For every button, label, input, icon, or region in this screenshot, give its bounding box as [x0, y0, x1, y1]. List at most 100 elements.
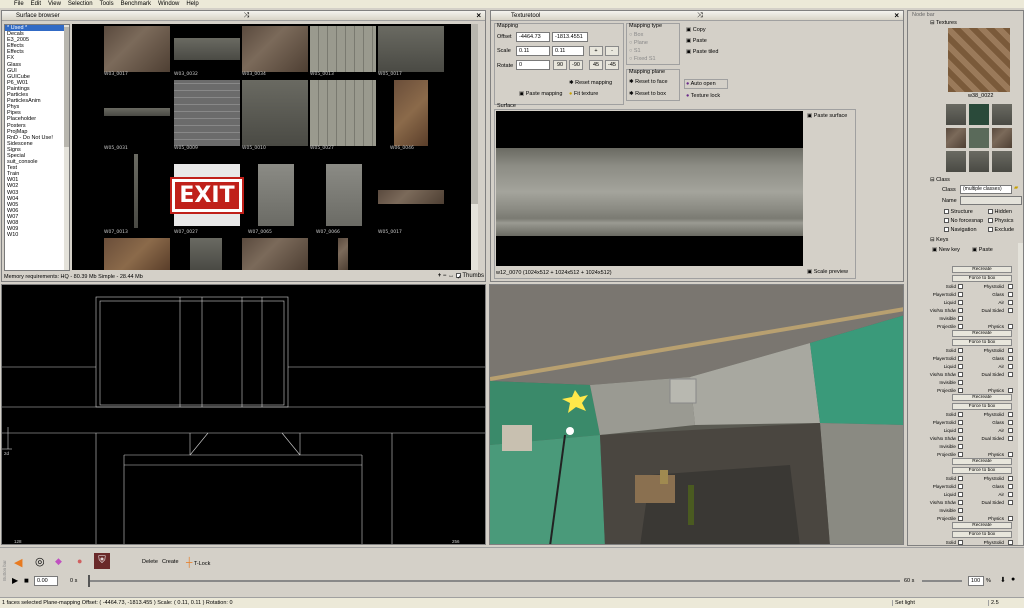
physics-flag-checkbox[interactable]	[1008, 284, 1013, 289]
menu-file[interactable]: File	[14, 1, 24, 7]
recreate-button[interactable]: Recreate	[952, 330, 1012, 337]
shield-icon[interactable]: ⛨	[94, 553, 110, 569]
force-to-box-button[interactable]: Force to box	[952, 275, 1012, 282]
physics-flag-right[interactable]: Physics	[964, 324, 1004, 329]
physics-flag-right[interactable]: Air	[964, 364, 1004, 369]
physics-flag-right[interactable]: Dual Sided	[964, 500, 1004, 505]
physics-flag-checkbox[interactable]	[1008, 420, 1013, 425]
physics-flag-left[interactable]: Vis/No Shdw	[912, 436, 956, 441]
rotate-neg90-button[interactable]: -90	[569, 60, 583, 70]
physics-flag-left[interactable]: Projectile	[912, 452, 956, 457]
hidden-checkbox[interactable]: Hidden	[988, 209, 1012, 215]
physics-flag-left[interactable]: PlayerSolid	[912, 420, 956, 425]
thumbnail[interactable]	[326, 164, 362, 226]
physics-flag-right[interactable]: PhysSolid	[964, 284, 1004, 289]
texture-preview[interactable]	[948, 28, 1010, 92]
physics-flag-checkbox[interactable]	[958, 500, 963, 505]
scale-y-input[interactable]: 0.11	[552, 46, 584, 56]
tlock-button[interactable]: ┼ T-Lock	[186, 557, 210, 567]
physics-flag-right[interactable]: Glass	[964, 292, 1004, 297]
force-to-box-button[interactable]: Force to box	[952, 403, 1012, 410]
physics-flag-checkbox[interactable]	[958, 516, 963, 521]
zoom-slider[interactable]	[922, 580, 962, 582]
recreate-button[interactable]: Recreate	[952, 394, 1012, 401]
class-select[interactable]: (multiple classes)	[960, 185, 1012, 194]
physics-flag-right[interactable]: Glass	[964, 420, 1004, 425]
thumbnail[interactable]	[242, 26, 308, 72]
menu-benchmark[interactable]: Benchmark	[121, 1, 151, 7]
move-icon[interactable]: ↔	[448, 274, 454, 280]
physics-flag-right[interactable]: Dual Sided	[964, 372, 1004, 377]
physics-flag-checkbox[interactable]	[1008, 452, 1013, 457]
type-fixed-s1-radio[interactable]: ○ Fixed S1	[629, 56, 656, 62]
paste-surface-button[interactable]: ▣ Paste surface	[807, 113, 847, 119]
class-section[interactable]: ⊟ Class	[930, 177, 950, 183]
delete-button[interactable]: Delete	[142, 559, 158, 565]
texture-swatch[interactable]	[992, 104, 1012, 125]
pin-icon[interactable]: ⤨	[697, 12, 703, 20]
offset-x-input[interactable]: -4464.73	[516, 32, 550, 42]
physics-flag-checkbox[interactable]	[1008, 492, 1013, 497]
navigation-checkbox[interactable]: Navigation	[944, 227, 977, 233]
physics-flag-checkbox[interactable]	[1008, 388, 1013, 393]
rotate-neg45-button[interactable]: -45	[605, 60, 619, 70]
physics-flag-right[interactable]: PhysSolid	[964, 412, 1004, 417]
zoom-out-icon[interactable]: −	[443, 274, 447, 280]
pin-icon[interactable]: ⤨	[244, 12, 250, 20]
physics-flag-checkbox[interactable]	[958, 492, 963, 497]
menu-edit[interactable]: Edit	[31, 1, 41, 7]
physics-flag-right[interactable]: Air	[964, 492, 1004, 497]
physics-flag-right[interactable]: PhysSolid	[964, 540, 1004, 545]
physics-flag-checkbox[interactable]	[958, 348, 963, 353]
physics-flag-left[interactable]: Solid	[912, 412, 956, 417]
physics-flag-checkbox[interactable]	[1008, 348, 1013, 353]
physics-flag-checkbox[interactable]	[958, 412, 963, 417]
thumbnail[interactable]	[104, 238, 170, 270]
physics-flag-left[interactable]: Projectile	[912, 388, 956, 393]
thumbnail[interactable]	[242, 80, 308, 146]
copy-button[interactable]: ▣ Copy	[686, 27, 706, 33]
keys-section[interactable]: ⊟ Keys	[930, 237, 948, 243]
texture-swatches[interactable]	[946, 104, 1012, 172]
rotate-90-button[interactable]: 90	[553, 60, 567, 70]
rotate-45-button[interactable]: 45	[589, 60, 603, 70]
texture-swatch[interactable]	[992, 151, 1012, 172]
physics-flag-left[interactable]: Projectile	[912, 324, 956, 329]
thumbnail[interactable]	[378, 26, 444, 72]
time-input[interactable]: 0.00	[34, 576, 58, 586]
physics-flag-right[interactable]: Glass	[964, 484, 1004, 489]
physics-flag-right[interactable]: Air	[964, 428, 1004, 433]
physics-flag-checkbox[interactable]	[1008, 324, 1013, 329]
physics-flag-checkbox[interactable]	[1008, 300, 1013, 305]
physics-flag-right[interactable]: Dual Sided	[964, 308, 1004, 313]
physics-flag-checkbox[interactable]	[1008, 500, 1013, 505]
physics-flag-checkbox[interactable]	[958, 436, 963, 441]
physics-flag-checkbox[interactable]	[1008, 292, 1013, 297]
camera-icon[interactable]: ◎	[35, 555, 45, 568]
exclude-checkbox[interactable]: Exclude	[988, 227, 1014, 233]
physics-flag-checkbox[interactable]	[1008, 436, 1013, 441]
thumbnail[interactable]	[190, 238, 222, 270]
physics-flag-left[interactable]: Invisible	[912, 316, 956, 321]
physics-flag-checkbox[interactable]	[958, 476, 963, 481]
physics-flag-checkbox[interactable]	[958, 484, 963, 489]
physics-flag-checkbox[interactable]	[958, 452, 963, 457]
physics-flag-checkbox[interactable]	[1008, 476, 1013, 481]
zoom-in-icon[interactable]: +	[438, 274, 442, 280]
physics-flag-left[interactable]: Liquid	[912, 364, 956, 369]
type-plane-radio[interactable]: ○ Plane	[629, 40, 648, 46]
settings-icon[interactable]: ●	[1011, 576, 1015, 583]
keys-scrollbar[interactable]	[1018, 243, 1023, 545]
thumbnail[interactable]	[394, 80, 428, 146]
texture-swatch[interactable]	[946, 127, 966, 149]
timeline-track[interactable]	[88, 580, 900, 582]
physics-flag-left[interactable]: Invisible	[912, 508, 956, 513]
scale-preview-button[interactable]: ▣ Scale preview	[807, 269, 848, 275]
scale-minus-button[interactable]: -	[605, 46, 619, 56]
physics-flag-checkbox[interactable]	[958, 388, 963, 393]
viewport-3d[interactable]	[489, 284, 904, 545]
zoom-input[interactable]: 100	[968, 576, 984, 586]
close-icon[interactable]: ×	[894, 11, 899, 20]
surface-preview[interactable]	[496, 111, 803, 266]
new-key-button[interactable]: ▣ New key	[932, 247, 960, 253]
